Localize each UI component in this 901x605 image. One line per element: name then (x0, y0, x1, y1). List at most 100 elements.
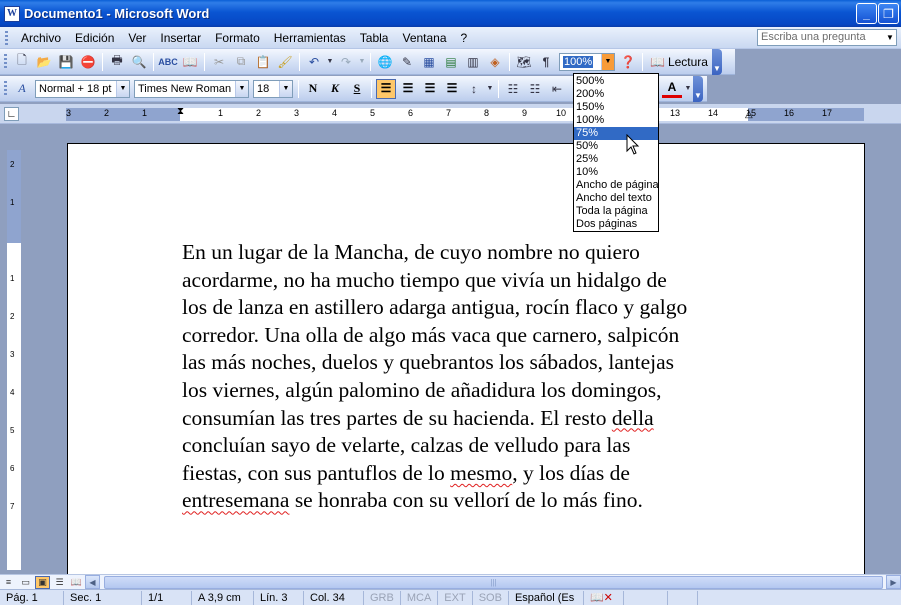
undo-icon[interactable]: ↶ (304, 52, 324, 72)
cut-icon[interactable]: ✂ (209, 52, 229, 72)
style-combo[interactable]: Normal + 18 pt ▼ (35, 79, 130, 98)
toolbar-grip[interactable] (4, 53, 7, 70)
format-painter-icon[interactable]: 🖌 (275, 52, 295, 72)
columns-icon[interactable]: ▥ (463, 52, 483, 72)
menu-ver[interactable]: Ver (121, 31, 153, 45)
toolbar-grip[interactable] (4, 80, 7, 97)
status-record[interactable]: GRB (364, 590, 401, 605)
scroll-right-icon[interactable]: ▶ (886, 575, 901, 589)
hyperlink-icon[interactable]: 🌐 (375, 52, 395, 72)
status-overtype[interactable]: SOB (473, 590, 509, 605)
help-icon[interactable]: ❓ (618, 52, 638, 72)
open-folder-icon[interactable]: 📂 (34, 52, 54, 72)
status-track-changes[interactable]: MCA (401, 590, 439, 605)
toolbar-options-icon[interactable]: ▼ (693, 75, 703, 102)
chevron-down-icon[interactable]: ▼ (884, 30, 896, 45)
chevron-down-icon[interactable]: ▼ (235, 80, 248, 97)
text-line[interactable]: los viernes, algún palomino de añadidura… (182, 377, 762, 405)
read-mode-button[interactable]: 📖 Lectura (646, 55, 712, 69)
normal-view-icon[interactable]: ≡ (1, 576, 16, 589)
zoom-option[interactable]: Toda la página (574, 205, 658, 218)
menu-archivo[interactable]: Archivo (14, 31, 68, 45)
indent-marker-icon[interactable]: ⧗ (177, 106, 184, 117)
print-preview-icon[interactable]: 🔍 (129, 52, 149, 72)
menu-ventana[interactable]: Ventana (395, 31, 453, 45)
spelling-icon[interactable]: ABC (158, 52, 178, 72)
menu-edicion[interactable]: Edición (68, 31, 121, 45)
underline-button[interactable]: S (347, 79, 367, 99)
zoom-option[interactable]: 150% (574, 101, 658, 114)
font-color-dropdown-icon[interactable]: ▼ (684, 79, 692, 99)
styles-pane-icon[interactable]: A (12, 79, 32, 99)
horizontal-scrollbar[interactable]: ≡ ▭ ▣ ☰ 📖 ◀ ||| ▶ (0, 574, 901, 589)
drawing-icon[interactable]: ◈ (485, 52, 505, 72)
chevron-down-icon[interactable]: ▼ (116, 80, 129, 97)
line-spacing-icon[interactable]: ↕ (464, 79, 484, 99)
bold-button[interactable]: N (303, 79, 323, 99)
reading-view-icon[interactable]: 📖 (69, 576, 84, 589)
text-line[interactable]: corredor. Una olla de algo más vaca que … (182, 322, 762, 350)
minimize-button[interactable]: _ (856, 3, 877, 24)
menu-formato[interactable]: Formato (208, 31, 267, 45)
justify-icon[interactable]: ☰ (442, 79, 462, 99)
chevron-down-icon[interactable]: ▼ (601, 53, 614, 70)
toolbar-options-icon[interactable]: ▼ (711, 48, 722, 75)
zoom-option[interactable]: 100% (574, 114, 658, 127)
chevron-down-icon[interactable]: ▼ (279, 80, 292, 97)
text-line[interactable]: concluían sayo de velarte, calzas de vel… (182, 432, 762, 460)
copy-icon[interactable]: ⧉ (231, 52, 251, 72)
new-document-icon[interactable]: 🗋 (12, 52, 32, 72)
text-line[interactable]: los de lanza en astillero adarga antigua… (182, 294, 762, 322)
zoom-option-selected[interactable]: 75% (574, 127, 658, 140)
font-combo[interactable]: Times New Roman ▼ (134, 79, 249, 98)
menubar-grip[interactable] (5, 30, 8, 45)
tab-selector-icon[interactable]: ∟ (4, 107, 19, 121)
vertical-ruler[interactable]: 2 1 1 2 3 4 5 6 7 (7, 150, 21, 570)
insert-table-icon[interactable]: ▦ (419, 52, 439, 72)
menu-tabla[interactable]: Tabla (353, 31, 396, 45)
save-icon[interactable]: 💾 (56, 52, 76, 72)
zoom-option[interactable]: Dos páginas (574, 218, 658, 231)
status-extend[interactable]: EXT (438, 590, 473, 605)
zoom-option[interactable]: Ancho del texto (574, 192, 658, 205)
zoom-value[interactable]: 100% (563, 55, 594, 68)
zoom-dropdown-list[interactable]: 500% 200% 150% 100% 75% 50% 25% 10% Anch… (573, 73, 659, 232)
bullets-icon[interactable]: ☷ (525, 79, 545, 99)
zoom-option[interactable]: 50% (574, 140, 658, 153)
web-view-icon[interactable]: ▭ (18, 576, 33, 589)
align-right-icon[interactable]: ☰ (420, 79, 440, 99)
text-line[interactable]: las más noches, duelos y quebrantos los … (182, 349, 762, 377)
font-color-icon[interactable]: A (662, 80, 682, 98)
research-icon[interactable]: 📖 (180, 52, 200, 72)
horizontal-ruler[interactable]: 3 2 1 1 2 3 4 5 6 7 8 9 10 11 12 13 14 1… (66, 106, 864, 121)
document-map-icon[interactable]: 🗺 (514, 52, 534, 72)
status-language[interactable]: Español (Es (509, 590, 584, 605)
zoom-option[interactable]: 500% (574, 75, 658, 88)
tables-borders-icon[interactable]: ✎ (397, 52, 417, 72)
undo-dropdown-icon[interactable]: ▼ (326, 52, 334, 72)
right-indent-marker-icon[interactable]: △ (745, 109, 753, 120)
spelling-status-icon[interactable]: 📖✕ (584, 590, 624, 605)
restore-button[interactable]: ❐ (878, 3, 899, 24)
text-line[interactable]: En un lugar de la Mancha, de cuyo nombre… (182, 239, 762, 267)
text-line[interactable]: acordarme, no ha mucho tiempo que vivía … (182, 267, 762, 295)
paste-icon[interactable]: 📋 (253, 52, 273, 72)
numbering-icon[interactable]: ☷ (503, 79, 523, 99)
text-line[interactable]: entresemana se honraba con su vellorí de… (182, 487, 762, 515)
print-view-icon[interactable]: ▣ (35, 575, 50, 589)
insert-excel-icon[interactable]: ▤ (441, 52, 461, 72)
menu-herramientas[interactable]: Herramientas (267, 31, 353, 45)
zoom-option[interactable]: 10% (574, 166, 658, 179)
misspelled-word[interactable]: entresemana (182, 488, 289, 512)
align-left-icon[interactable]: ☰ (376, 78, 396, 99)
text-line[interactable]: fiestas, con sus pantuflos de lo mesmo, … (182, 460, 762, 488)
ask-question-box[interactable]: Escriba una pregunta ▼ (757, 29, 897, 46)
permission-icon[interactable]: ⛔ (78, 52, 98, 72)
line-spacing-dropdown-icon[interactable]: ▼ (486, 79, 494, 99)
zoom-option[interactable]: 25% (574, 153, 658, 166)
menu-insertar[interactable]: Insertar (153, 31, 208, 45)
print-icon[interactable]: 🖶 (107, 52, 127, 72)
font-size-combo[interactable]: 18 ▼ (253, 79, 293, 98)
zoom-option[interactable]: Ancho de página (574, 179, 659, 192)
scroll-left-icon[interactable]: ◀ (85, 575, 100, 589)
